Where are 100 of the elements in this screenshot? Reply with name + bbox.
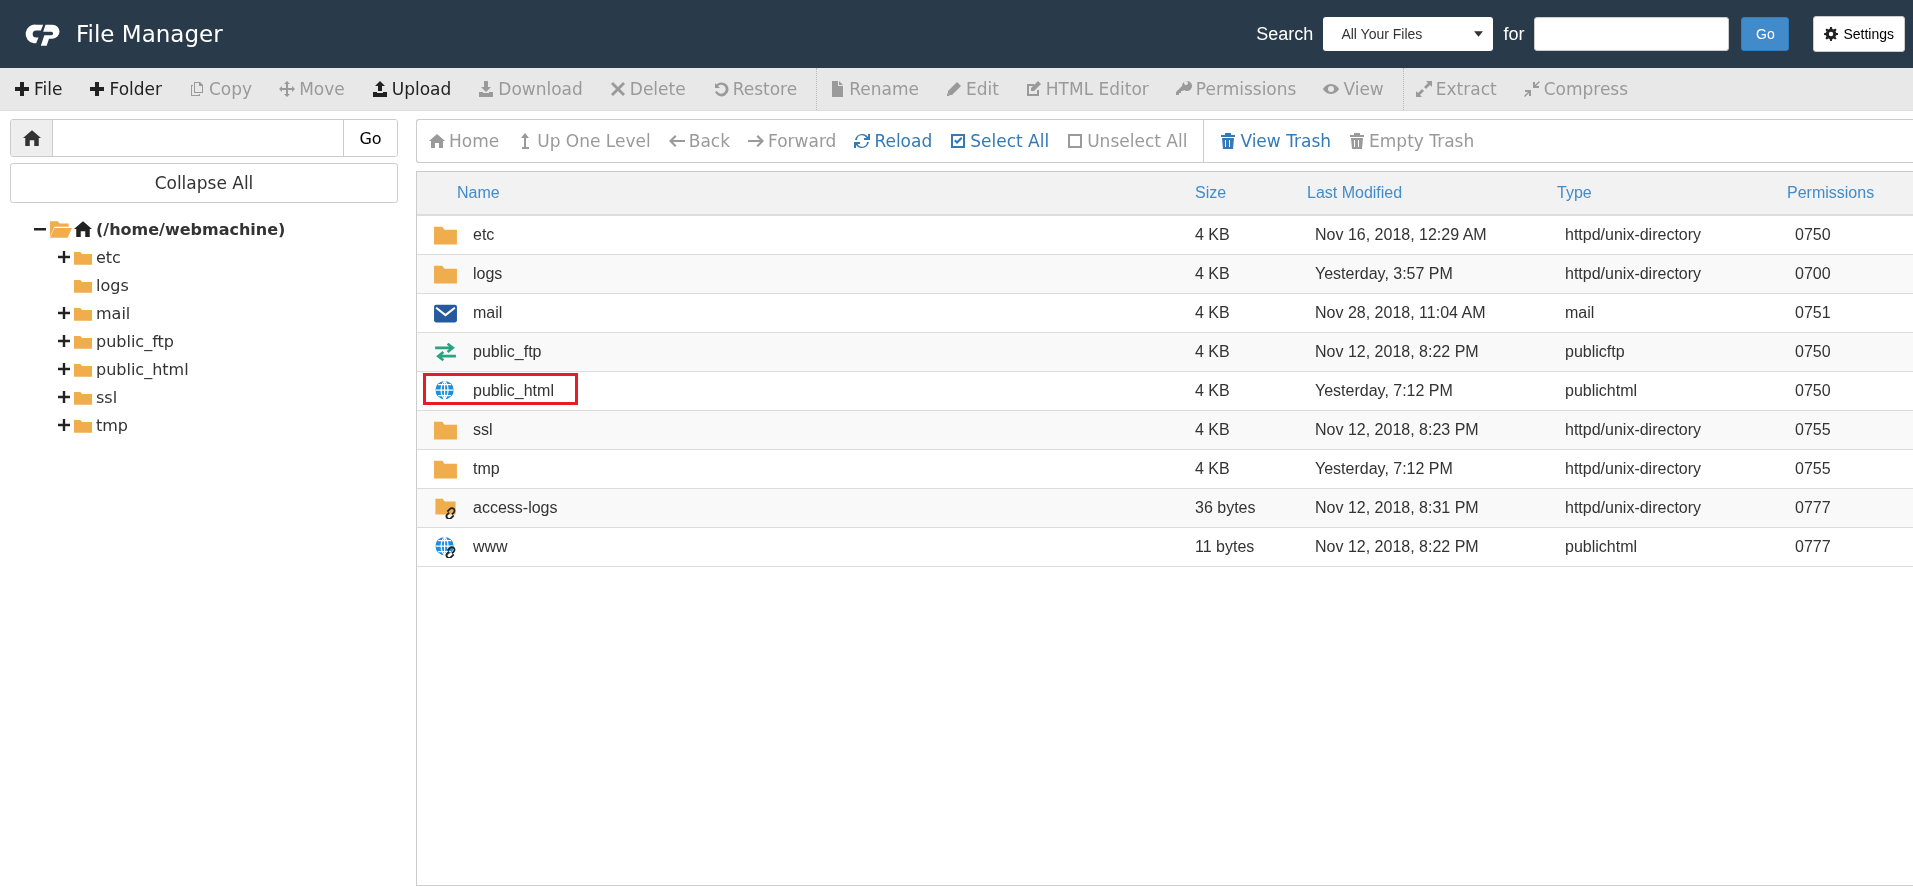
- tree-item[interactable]: mail: [96, 303, 131, 323]
- expand-icon[interactable]: [58, 335, 70, 347]
- table-cell-text: 0777: [1794, 499, 1832, 517]
- app-title: File Manager: [76, 21, 223, 47]
- table-cell-text: 11 bytes: [1194, 538, 1256, 556]
- settings-button[interactable]: Settings: [1813, 16, 1905, 52]
- right-arrow-icon: [748, 133, 764, 149]
- search-scope-dropdown[interactable]: All Your Files: [1323, 17, 1494, 51]
- file-name: ssl: [473, 421, 493, 438]
- column-header[interactable]: Last Modified: [1307, 184, 1557, 202]
- folder-icon: [432, 224, 458, 246]
- nav-button[interactable]: View Trash: [1218, 131, 1348, 151]
- column-header[interactable]: Size: [1187, 184, 1307, 202]
- move-icon: [279, 81, 296, 97]
- file-name: www: [473, 538, 508, 555]
- home-icon: [429, 133, 445, 149]
- table-cell-text: Yesterday, 7:12 PM: [1314, 460, 1454, 478]
- folder-icon: [432, 458, 458, 480]
- column-header[interactable]: Type: [1557, 184, 1787, 202]
- tree-item[interactable]: etc: [96, 247, 121, 267]
- file-name: mail: [473, 304, 503, 321]
- table-cell-text: publichtml: [1564, 538, 1639, 556]
- table-cell-text: 36 bytes: [1194, 499, 1257, 517]
- table-cell-text: Nov 12, 2018, 8:22 PM: [1314, 343, 1480, 361]
- column-header[interactable]: Permissions: [1787, 184, 1913, 202]
- table-cell-text: 0755: [1794, 421, 1832, 439]
- table-cell-text: 4 KB: [1194, 343, 1231, 361]
- toolbar-button[interactable]: Folder: [87, 79, 175, 99]
- table-cell-text: Nov 16, 2018, 12:29 AM: [1314, 226, 1488, 244]
- table-cell-text: 4 KB: [1194, 382, 1231, 400]
- trash-icon: [1349, 133, 1366, 149]
- search-field[interactable]: [1534, 17, 1730, 51]
- globe-link-icon: [432, 536, 458, 558]
- table-cell-text: Nov 12, 2018, 8:31 PM: [1314, 499, 1480, 517]
- folder-icon: [432, 263, 458, 285]
- file-row[interactable]: ssl 4 KB Nov 12, 2018, 8:23 PM httpd/unix-directory 0755: [417, 411, 1913, 450]
- x-icon: [609, 81, 626, 97]
- tree-item[interactable]: tmp: [96, 415, 128, 435]
- plus-icon: [14, 81, 30, 97]
- go-button[interactable]: Go: [1741, 17, 1790, 51]
- expand-icon[interactable]: [58, 251, 70, 263]
- expand-icon[interactable]: [58, 307, 70, 319]
- expand-icon[interactable]: [58, 419, 70, 431]
- file-name: public_html: [473, 382, 554, 399]
- folder-icon: [74, 277, 92, 293]
- file-row[interactable]: www 11 bytes Nov 12, 2018, 8:22 PM publichtml 0777: [417, 528, 1913, 567]
- table-cell-text: 0755: [1794, 460, 1832, 478]
- toolbar-button[interactable]: File: [12, 79, 76, 99]
- file-name: public_ftp: [473, 343, 542, 360]
- tree-item[interactable]: logs: [96, 275, 129, 295]
- file-icon: [829, 81, 846, 97]
- home-icon: [74, 220, 92, 238]
- collapse-all-button[interactable]: Collapse All: [10, 163, 398, 203]
- checkbox-icon: [950, 133, 967, 149]
- trash-icon: [1220, 133, 1237, 149]
- expand-icon: [1415, 81, 1432, 97]
- tree-item[interactable]: public_ftp: [96, 331, 174, 351]
- table-cell-text: 4 KB: [1194, 226, 1231, 244]
- search-label: Search: [1256, 23, 1314, 45]
- expand-icon[interactable]: [58, 363, 70, 375]
- table-cell-text: 4 KB: [1194, 304, 1231, 322]
- copy-icon: [189, 81, 205, 97]
- table-cell-text: 4 KB: [1194, 460, 1231, 478]
- upload-icon: [371, 81, 388, 97]
- file-row[interactable]: logs 4 KB Yesterday, 3:57 PM httpd/unix-directory 0700: [417, 255, 1913, 294]
- folder-icon: [74, 389, 92, 405]
- table-cell-text: 0750: [1794, 226, 1832, 244]
- transfer-arrows-icon: [432, 341, 458, 363]
- table-cell-text: httpd/unix-directory: [1564, 226, 1703, 244]
- plus-icon: [89, 81, 106, 97]
- folder-link-icon: [432, 497, 458, 519]
- compress-icon: [1523, 81, 1540, 97]
- table-cell-text: 4 KB: [1194, 265, 1231, 283]
- table-cell-text: Nov 28, 2018, 11:04 AM: [1314, 304, 1487, 322]
- folder-icon: [74, 305, 92, 321]
- toolbar-button[interactable]: Upload: [369, 79, 465, 99]
- key-icon: [1175, 81, 1192, 97]
- table-cell-text: 0700: [1794, 265, 1832, 283]
- tree-item[interactable]: public_html: [96, 359, 189, 379]
- folder-icon: [74, 361, 92, 377]
- table-cell-text: Yesterday, 7:12 PM: [1314, 382, 1454, 400]
- file-row[interactable]: access-logs 36 bytes Nov 12, 2018, 8:31 PM httpd/unix-directory 0777: [417, 489, 1913, 528]
- column-header[interactable]: Name: [457, 184, 1187, 202]
- eye-icon: [1323, 81, 1340, 97]
- nav-button[interactable]: Select All: [948, 131, 1066, 151]
- edit-icon: [1025, 81, 1042, 97]
- file-row[interactable]: public_ftp 4 KB Nov 12, 2018, 8:22 PM publicftp 0750: [417, 333, 1913, 372]
- envelope-icon: [432, 302, 458, 324]
- table-cell-text: mail: [1564, 304, 1596, 322]
- download-icon: [478, 81, 495, 97]
- tree-item[interactable]: ssl: [96, 387, 118, 407]
- table-cell-text: 0750: [1794, 343, 1832, 361]
- nav-button[interactable]: Reload: [852, 131, 949, 151]
- checkbox-icon: [1067, 133, 1084, 149]
- folder-icon: [74, 333, 92, 349]
- table-cell-text: httpd/unix-directory: [1564, 499, 1703, 517]
- tree-item[interactable]: (/home/webmachine): [96, 219, 286, 239]
- reload-icon: [854, 133, 871, 149]
- file-name: logs: [473, 265, 503, 282]
- expand-icon[interactable]: [58, 391, 70, 403]
